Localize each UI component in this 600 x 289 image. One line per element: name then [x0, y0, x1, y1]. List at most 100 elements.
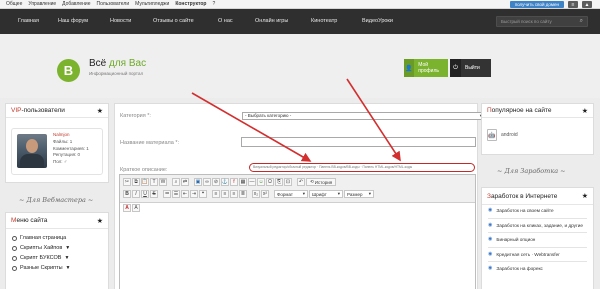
material-title-input[interactable] — [241, 137, 476, 147]
admin-menu-multi[interactable]: Мультипледжи — [135, 1, 169, 7]
popular-panel-header: Популярное на сайте ★ — [482, 104, 593, 118]
ordered-list-icon[interactable]: ≔ — [163, 190, 171, 198]
menu-item-misc-scripts[interactable]: Разные Скрипты ▼ — [12, 263, 102, 273]
nav-video-lessons[interactable]: ВидеоУроки — [362, 18, 393, 24]
align-right-icon[interactable]: ≡ — [230, 190, 238, 198]
history-button[interactable]: ⟲ История — [306, 178, 337, 186]
admin-menu-manage[interactable]: Управление — [28, 1, 56, 7]
site-subtitle: Информационный портал — [89, 71, 144, 76]
bold-icon[interactable]: B — [123, 190, 131, 198]
editor-mode-hint[interactable]: Визуальный редактор/обычный редактор · П… — [249, 163, 475, 172]
category-select[interactable]: - Выбрать категорию - ▼ — [242, 112, 485, 120]
logout-button[interactable]: ⏻ Выйти — [450, 59, 491, 77]
indent-icon[interactable]: ⇥ — [190, 190, 198, 198]
star-icon[interactable]: ★ — [582, 192, 588, 200]
page-break-icon[interactable]: ⎘ — [275, 178, 283, 186]
nav-cinema[interactable]: Кинотеатр — [311, 18, 337, 24]
earn-item-own-site[interactable]: ◉ Заработок на своем сайте — [488, 207, 587, 214]
admin-menu-users[interactable]: Пользователи — [97, 1, 130, 7]
earn-item-clicks[interactable]: ◉ Заработок на кликах, задание, и другие — [488, 221, 587, 229]
bullet-icon — [12, 235, 17, 241]
bg-color-icon[interactable]: A — [132, 204, 140, 212]
menu-item-home[interactable]: Главная страница — [12, 233, 102, 243]
quote-icon[interactable]: ❝ — [199, 190, 207, 198]
unlink-icon[interactable]: ⊘ — [212, 178, 220, 186]
nav-reviews[interactable]: Отзывы о сайте — [153, 18, 194, 24]
star-icon[interactable]: ★ — [582, 107, 588, 115]
image-icon[interactable]: ▣ — [194, 178, 202, 186]
admin-menu-help[interactable]: ? — [212, 1, 215, 7]
special-char-icon[interactable]: Ω — [266, 178, 274, 186]
earn-item-forex[interactable]: ◉ Заработок на форекс — [488, 265, 587, 272]
align-justify-icon[interactable]: ≣ — [239, 190, 247, 198]
bullet-list-icon[interactable]: ☰ — [172, 190, 180, 198]
globe-icon: ◉ — [488, 221, 493, 228]
admin-menu-add[interactable]: Добавление — [62, 1, 90, 7]
my-profile-button[interactable]: 👤 Мой профиль — [404, 59, 448, 77]
search-icon[interactable]: ⌕ — [580, 18, 583, 25]
vip-user-name[interactable]: Nalmjon — [53, 132, 89, 139]
earn-item-webtransfer[interactable]: ◉ Кредитная сеть · Webtransfer — [488, 251, 587, 258]
paste-text-icon[interactable]: T — [150, 178, 158, 186]
subscript-icon[interactable]: x₂ — [252, 190, 260, 198]
earn-item-binary[interactable]: ◉ Бинарный опцион — [488, 236, 587, 243]
flash-icon[interactable]: f — [230, 178, 238, 186]
menu-item-box-script[interactable]: Скрипт БУКСОВ ▼ — [12, 253, 102, 263]
logo-icon[interactable]: B — [57, 59, 80, 82]
nav-news[interactable]: Новости — [110, 18, 131, 24]
vip-user-comments: Комментариев: 1 — [53, 145, 89, 151]
avatar[interactable] — [17, 134, 47, 168]
paste-word-icon[interactable]: W — [159, 178, 167, 186]
user-icon: 👤 — [404, 59, 415, 77]
hr-icon[interactable]: ― — [248, 178, 256, 186]
find-icon[interactable]: ⌕ — [172, 178, 180, 186]
android-icon: 🤖 — [487, 129, 497, 141]
table-icon[interactable]: ▦ — [239, 178, 247, 186]
align-center-icon[interactable]: ≡ — [221, 190, 229, 198]
site-title[interactable]: Всё для Вас — [89, 58, 146, 69]
nav-home[interactable]: Главная — [18, 18, 39, 24]
admin-menu-constructor[interactable]: Конструктор — [175, 1, 206, 7]
smiley-icon[interactable]: ☺ — [257, 178, 265, 186]
undo-icon[interactable]: ↶ — [297, 178, 305, 186]
menu-item-hyip-scripts[interactable]: Скрипты Хайпов ▼ — [12, 243, 102, 253]
strike-icon[interactable]: S — [150, 190, 158, 198]
admin-up-icon[interactable]: ▲ — [582, 1, 592, 8]
superscript-icon[interactable]: x² — [261, 190, 269, 198]
earnings-panel: Заработок в Интернете ★ ◉ Заработок на св… — [481, 187, 594, 289]
iframe-icon[interactable]: ⊡ — [284, 178, 292, 186]
format-dropdown[interactable]: Формат ▾ — [274, 190, 308, 198]
star-icon[interactable]: ★ — [97, 107, 103, 115]
replace-icon[interactable]: ⇄ — [181, 178, 189, 186]
logout-label: Выйти — [465, 65, 480, 71]
admin-menu-icon[interactable]: ≡ — [568, 1, 578, 8]
outdent-icon[interactable]: ⇤ — [181, 190, 189, 198]
align-left-icon[interactable]: ≡ — [212, 190, 220, 198]
link-icon[interactable]: ∞ — [203, 178, 211, 186]
italic-icon[interactable]: I — [132, 190, 140, 198]
vip-user-files: Файлы: 1 — [53, 138, 73, 144]
paste-icon[interactable]: 📋 — [141, 178, 149, 186]
underline-icon[interactable]: U — [141, 190, 149, 198]
star-icon[interactable]: ★ — [97, 217, 103, 225]
popular-item[interactable]: 🤖 android — [487, 129, 518, 141]
admin-menu-general[interactable]: Общее — [6, 1, 22, 7]
copy-icon[interactable]: ⧉ — [132, 178, 140, 186]
site-menu-panel: Меню сайта ★ Главная страница Скрипты Ха… — [5, 212, 109, 289]
editor-toolbar: ✂ ⧉ 📋 T W ⌕ ⇄ ▣ ∞ ⊘ ⚓ f ▦ ― ☺ Ω ⎘ ⊡ ↶ ⟲ И… — [120, 175, 475, 203]
search-input[interactable]: Быстрый поиск по сайту ⌕ — [496, 16, 588, 27]
short-description-editor[interactable]: ✂ ⧉ 📋 T W ⌕ ⇄ ▣ ∞ ⊘ ⚓ f ▦ ― ☺ Ω ⎘ ⊡ ↶ ⟲ И… — [119, 174, 476, 289]
nav-forum[interactable]: Наш форум — [58, 18, 88, 24]
text-color-icon[interactable]: A — [123, 204, 131, 212]
cut-icon[interactable]: ✂ — [123, 178, 131, 186]
get-domain-button[interactable]: получить свой домен — [509, 1, 564, 8]
size-dropdown[interactable]: Размер ▾ — [344, 190, 374, 198]
admin-bar: Общее Управление Добавление Пользователи… — [0, 0, 600, 9]
anchor-icon[interactable]: ⚓ — [221, 178, 229, 186]
nav-games[interactable]: Онлайн игры — [255, 18, 288, 24]
font-dropdown[interactable]: Шрифт ▾ — [309, 190, 343, 198]
category-select-value: - Выбрать категорию - — [245, 113, 292, 118]
vip-users-panel: VIP-пользователи ★ Nalmjon Файлы: 1 Комм… — [5, 103, 109, 183]
globe-icon: ◉ — [488, 207, 493, 213]
nav-about[interactable]: О нас — [218, 18, 233, 24]
